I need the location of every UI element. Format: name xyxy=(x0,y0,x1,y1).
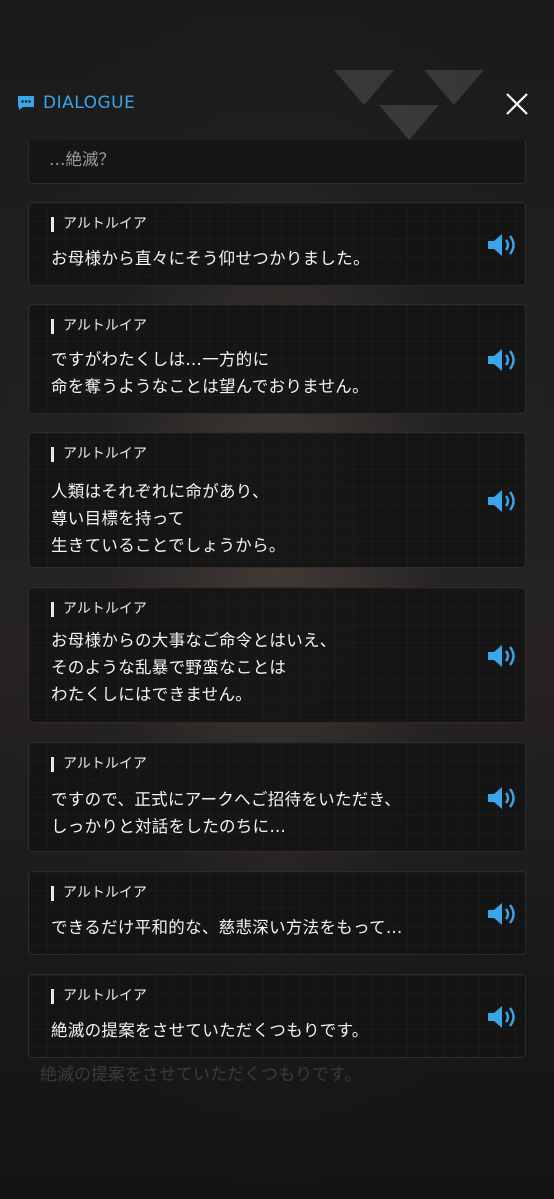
speaker-name: アルトルイア xyxy=(51,217,147,232)
speaker-icon[interactable] xyxy=(486,346,518,374)
dialogue-text: 絶滅の提案をさせていただくつもりです。 xyxy=(51,1021,369,1040)
dialogue-text: ですので、正式にアークへご招待をいただき、 しっかりと対話をしたのちに… xyxy=(51,790,401,836)
speaker-name: アルトルイア xyxy=(51,886,147,901)
dialogue-text: お母様から直々にそう仰せつかりました。 xyxy=(51,249,370,268)
speaker-icon[interactable] xyxy=(486,231,518,259)
speaker-name: アルトルイア xyxy=(51,757,147,772)
dialogue-text: ですがわたくしは…一方的に 命を奪うようなことは望んでおりません。 xyxy=(51,350,369,396)
dialogue-text: お母様からの大事なご命令とはいえ、 そのような乱暴で野蛮なことは わたくしにはで… xyxy=(51,631,337,704)
speaker-name: アルトルイア xyxy=(51,989,147,1004)
dialogue-card: アルトルイア 人類はそれぞれに命があり、 尊い目標を持って 生きていることでしょ… xyxy=(28,432,526,568)
dialogue-text: 人類はそれぞれに命があり、 尊い目標を持って 生きていることでしょうから。 xyxy=(51,482,286,555)
speaker-icon[interactable] xyxy=(486,1003,518,1031)
dialogue-card: アルトルイア お母様から直々にそう仰せつかりました。 xyxy=(28,202,526,286)
dialogue-card: アルトルイア ですがわたくしは…一方的に 命を奪うようなことは望んでおりません。 xyxy=(28,304,526,414)
speaker-icon[interactable] xyxy=(486,900,518,928)
background-subtitle: 絶滅の提案をさせていただくつもりです。 xyxy=(40,1065,362,1085)
speaker-name: アルトルイア xyxy=(51,602,147,617)
dialogue-card-partial: …絶滅？ xyxy=(28,140,526,184)
dialogue-text: できるだけ平和的な、慈悲深い方法をもって… xyxy=(51,918,403,937)
dialogue-card: アルトルイア お母様からの大事なご命令とはいえ、 そのような乱暴で野蛮なことは … xyxy=(28,587,526,723)
dialogue-card: アルトルイア 絶滅の提案をさせていただくつもりです。 xyxy=(28,974,526,1058)
speaker-name: アルトルイア xyxy=(51,319,147,334)
dialogue-card: アルトルイア できるだけ平和的な、慈悲深い方法をもって… xyxy=(28,871,526,955)
dialogue-card: アルトルイア ですので、正式にアークへご招待をいただき、 しっかりと対話をしたの… xyxy=(28,742,526,852)
speaker-icon[interactable] xyxy=(486,487,518,515)
speaker-icon[interactable] xyxy=(486,784,518,812)
speaker-icon[interactable] xyxy=(486,642,518,670)
dialogue-text: …絶滅？ xyxy=(49,150,115,169)
speaker-name: アルトルイア xyxy=(51,447,147,462)
dialogue-log[interactable]: …絶滅？ アルトルイア お母様から直々にそう仰せつかりました。 アルトルイア で… xyxy=(0,0,554,1199)
